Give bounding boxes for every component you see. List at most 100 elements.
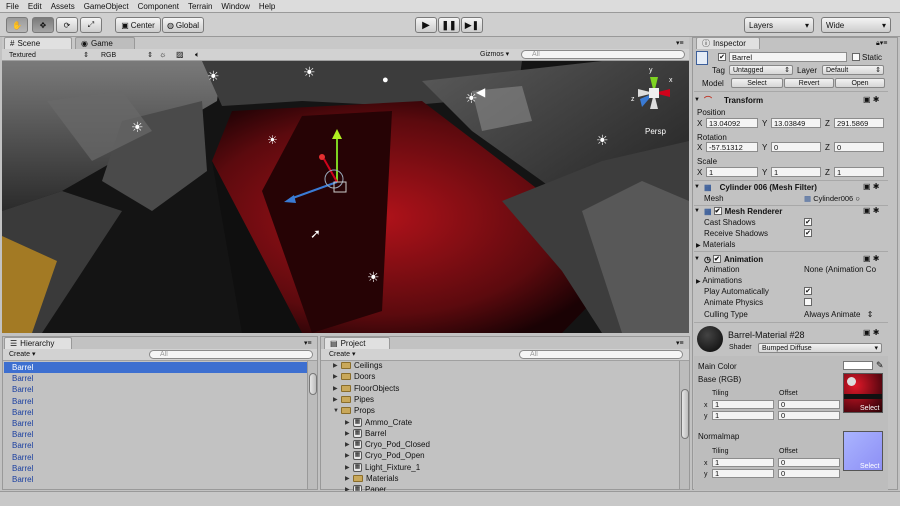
tab-game[interactable]: ◉ Game <box>75 37 135 49</box>
component-settings-icon[interactable]: ▣ ✱ <box>863 328 879 337</box>
project-item[interactable]: ▶ Materials <box>345 473 398 484</box>
scale-y-field[interactable]: 1 <box>771 167 821 177</box>
animation-header[interactable]: ▼ ◷ ✔ Animation <box>694 253 888 265</box>
move-gizmo[interactable] <box>272 127 362 207</box>
animation-value[interactable]: None (Animation Co <box>804 265 888 274</box>
hierarchy-item[interactable]: Barrel <box>4 396 309 407</box>
foldout-arrow-icon[interactable]: ▶ <box>333 373 341 380</box>
hierarchy-item[interactable]: Barrel <box>4 373 309 384</box>
hierarchy-scrollbar[interactable] <box>307 361 317 489</box>
tab-project[interactable]: ▤ Project <box>324 337 390 349</box>
project-item[interactable]: ▶ Ceilings <box>333 360 382 371</box>
project-item[interactable]: ▶ ▦ Light_Fixture_1 <box>345 462 420 473</box>
audio-toggle-icon[interactable]: 🔈︎ <box>195 50 200 60</box>
component-settings-icon[interactable]: ▣ ✱ <box>863 254 879 263</box>
light-icon[interactable]: ☀ <box>367 269 380 286</box>
scale-z-field[interactable]: 1 <box>834 167 884 177</box>
light-icon[interactable]: ☀ <box>303 64 316 81</box>
light-icon[interactable]: ☀ <box>596 132 609 149</box>
menu-item-component[interactable]: Component <box>135 2 182 11</box>
main-color-swatch[interactable] <box>843 361 873 370</box>
menu-item-file[interactable]: File <box>3 2 22 11</box>
play-automatically-checkbox[interactable]: ✔ <box>804 287 812 295</box>
camera-icon[interactable]: ● <box>382 74 389 86</box>
hierarchy-item[interactable]: Barrel <box>4 418 309 429</box>
pivot-center-button[interactable]: ▣ Center <box>115 17 161 33</box>
gizmos-dropdown[interactable]: Gizmos ▾ <box>480 50 509 58</box>
lighting-toggle-icon[interactable]: ☼ <box>159 50 166 59</box>
foldout-arrow-icon[interactable]: ▶ <box>345 464 353 471</box>
transform-header[interactable]: ▼ ⌒ Transform <box>694 94 888 106</box>
pivot-global-button[interactable]: ◍ Global <box>162 17 204 33</box>
panel-menu-icon[interactable]: ▾≡ <box>676 339 684 347</box>
play-button[interactable]: ▶ <box>415 17 437 33</box>
project-item[interactable]: ▼ Props <box>333 405 375 416</box>
scale-tool-button[interactable]: ⤢ <box>80 17 102 33</box>
render-mode-dropdown[interactable]: Textured ⇕ <box>6 50 92 60</box>
layer-dropdown[interactable]: Default ⇕ <box>822 65 884 75</box>
scrollbar-thumb[interactable] <box>309 373 317 395</box>
normal-offset-y-field[interactable]: 0 <box>778 469 840 478</box>
hierarchy-item[interactable]: Barrel <box>4 407 309 418</box>
project-item[interactable]: ▶ Pipes <box>333 394 374 405</box>
mesh-renderer-header[interactable]: ▼ ▦ ✔ Mesh Renderer <box>694 205 888 217</box>
menu-item-edit[interactable]: Edit <box>25 2 45 11</box>
rotation-z-field[interactable]: 0 <box>834 142 884 152</box>
panel-menu-icon[interactable]: ▾≡ <box>304 339 312 347</box>
tab-inspector[interactable]: ⓘ Inspector <box>696 37 760 49</box>
active-checkbox[interactable]: ✔ <box>718 53 726 61</box>
base-offset-y-field[interactable]: 0 <box>778 411 840 420</box>
rotate-tool-button[interactable]: ⟳ <box>56 17 78 33</box>
base-offset-x-field[interactable]: 0 <box>778 400 840 409</box>
project-item[interactable]: ▶ Doors <box>333 371 375 382</box>
project-item[interactable]: ▶ ▦ Barrel <box>345 428 386 439</box>
hierarchy-item[interactable]: Barrel <box>4 384 309 395</box>
base-tiling-y-field[interactable]: 1 <box>712 411 774 420</box>
foldout-arrow-icon[interactable]: ▶ <box>333 396 341 403</box>
normal-offset-x-field[interactable]: 0 <box>778 458 840 467</box>
color-mode-dropdown[interactable]: RGB ⇕ <box>98 50 156 60</box>
tag-dropdown[interactable]: Untagged ⇕ <box>729 65 793 75</box>
scene-viewport[interactable]: ☀ ☀ ☀ ☀ ☀ ☀ ☀ ● ◀ ➚ y x z Persp <box>2 61 689 333</box>
base-texture-thumbnail[interactable]: Select <box>843 373 883 413</box>
object-name-field[interactable]: Barrel <box>729 52 847 62</box>
normalmap-texture-thumbnail[interactable]: Select <box>843 431 883 471</box>
mesh-value[interactable]: ▦ Cylinder006 ○ <box>804 194 860 203</box>
project-search-input[interactable]: All <box>519 350 683 359</box>
culling-type-dropdown[interactable]: Always Animate ⇕ <box>804 310 873 319</box>
shader-dropdown[interactable]: Bumped Diffuse ▾ <box>758 343 882 353</box>
component-settings-icon[interactable]: ▣ ✱ <box>863 182 879 191</box>
foldout-arrow-icon[interactable]: ▶ <box>333 385 341 392</box>
eyedropper-icon[interactable]: ✎ <box>876 360 884 371</box>
foldout-arrow-icon[interactable]: ▶ <box>333 362 341 369</box>
component-settings-icon[interactable]: ▣ ✱ <box>863 95 879 104</box>
tab-hierarchy[interactable]: ☰ Hierarchy <box>4 337 72 349</box>
hand-tool-button[interactable]: ✋ <box>6 17 28 33</box>
menu-item-help[interactable]: Help <box>256 2 278 11</box>
project-item[interactable]: ▶ ▦ Cryo_Pod_Closed <box>345 439 430 450</box>
hierarchy-item[interactable]: Barrel <box>4 440 309 451</box>
scrollbar-thumb[interactable] <box>681 389 689 439</box>
project-create-button[interactable]: Create ▾ <box>329 350 355 358</box>
component-settings-icon[interactable]: ▣ ✱ <box>863 206 879 215</box>
image-toggle-icon[interactable]: ▨ <box>176 50 184 59</box>
hierarchy-item[interactable]: Barrel <box>4 362 309 373</box>
project-item[interactable]: ▶ FloorObjects <box>333 383 399 394</box>
menu-item-terrain[interactable]: Terrain <box>185 2 215 11</box>
rotation-x-field[interactable]: -57.51312 <box>706 142 758 152</box>
normal-tiling-y-field[interactable]: 1 <box>712 469 774 478</box>
position-x-field[interactable]: 13.04092 <box>706 118 758 128</box>
foldout-arrow-icon[interactable]: ▶ <box>345 475 353 482</box>
normalmap-texture-select[interactable]: Select <box>860 463 879 470</box>
menu-item-gameobject[interactable]: GameObject <box>81 2 132 11</box>
animate-physics-checkbox[interactable] <box>804 298 812 306</box>
scene-orientation-gizmo[interactable]: y x z <box>630 67 678 119</box>
foldout-arrow-icon[interactable]: ▼ <box>333 408 341 414</box>
base-texture-select[interactable]: Select <box>860 405 879 412</box>
animations-foldout[interactable]: ▶ Animations <box>696 276 742 285</box>
mesh-filter-header[interactable]: ▼ ▦ Cylinder 006 (Mesh Filter) <box>694 181 888 193</box>
tab-scene[interactable]: # Scene <box>4 37 72 49</box>
animation-enabled-checkbox[interactable]: ✔ <box>712 255 721 263</box>
hierarchy-search-input[interactable]: All <box>149 350 313 359</box>
foldout-arrow-icon[interactable]: ▶ <box>345 441 353 448</box>
